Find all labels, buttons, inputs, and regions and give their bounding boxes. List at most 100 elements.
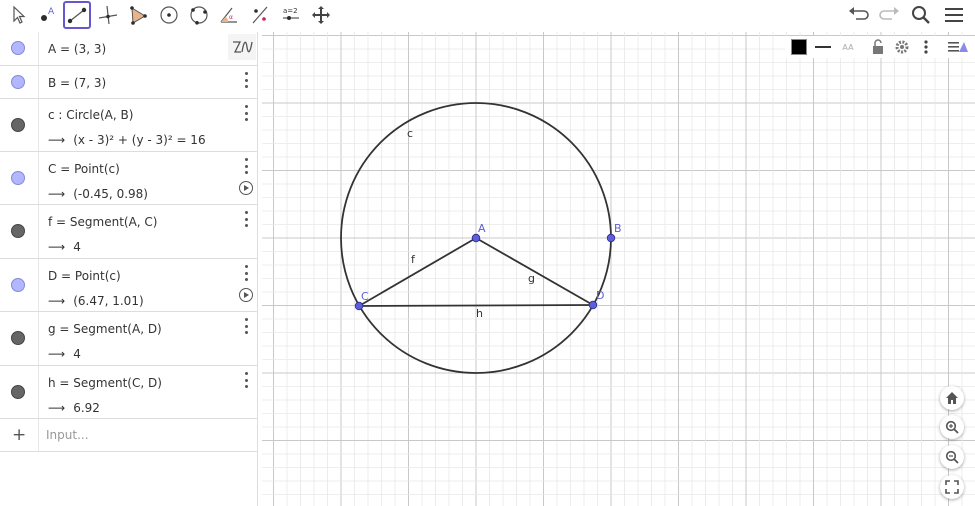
visibility-toggle-D[interactable] [11,278,25,292]
fullscreen-button[interactable] [940,475,964,499]
move-graphics-view-tool-button[interactable] [307,1,335,29]
algebra-row-c[interactable]: c : Circle(A, B) ⟶ (x - 3)² + (y - 3)² = … [0,99,257,152]
angle-tool-button[interactable]: α [215,1,243,29]
visibility-toggle-C[interactable] [11,171,25,185]
visibility-toggle-g[interactable] [11,331,25,345]
unlock-icon [873,39,883,54]
visibility-toggle-f[interactable] [11,224,25,238]
value-g: ⟶ 4 [48,347,81,361]
result-arrow: ⟶ [48,294,66,308]
style-bar: AA [785,36,975,58]
line-style-button[interactable] [812,36,834,58]
font-size-label: AA [842,42,854,52]
algebra-row-B[interactable]: B = (7, 3) [0,66,257,99]
algebra-input-row[interactable]: + Input... [0,419,257,452]
cursor-arrow-icon [13,5,26,24]
segment-f[interactable] [358,237,477,307]
definition-D[interactable]: D = Point(c) [48,269,121,283]
move-tool-button[interactable] [4,1,32,29]
animation-play-button[interactable] [239,288,253,302]
segment-tool-button[interactable] [63,1,91,29]
perpendicular-line-tool-button[interactable] [94,1,122,29]
graphics-view[interactable]: A B C D c f g h [262,32,975,506]
home-view-button[interactable] [940,386,964,410]
definition-A[interactable]: A = (3, 3) [48,42,106,56]
algebra-input-field[interactable]: Input... [46,428,89,442]
settings-button[interactable] [891,36,913,58]
visibility-toggle-h[interactable] [11,385,25,399]
move-arrows-icon [312,6,330,24]
lock-button[interactable] [867,36,889,58]
row-menu-button[interactable] [241,265,251,281]
more-options-button[interactable] [915,36,937,58]
segment-h[interactable] [358,304,594,307]
algebra-row-C[interactable]: C = Point(c) ⟶ (-0.45, 0.98) [0,152,257,205]
gear-icon [895,40,909,54]
circle-three-points-tool-button[interactable] [185,1,213,29]
label-A: A [478,222,486,235]
circle-center-point-tool-button[interactable] [155,1,183,29]
algebra-row-A[interactable]: A = (3, 3) [0,32,257,66]
value-c: ⟶ (x - 3)² + (y - 3)² = 16 [48,133,206,147]
svg-text:A: A [48,7,55,17]
algebra-row-D[interactable]: D = Point(c) ⟶ (6.47, 1.01) [0,259,257,312]
label-f: f [411,253,416,266]
point-D[interactable] [588,300,598,310]
value-C: ⟶ (-0.45, 0.98) [48,187,148,201]
row-menu-button[interactable] [241,318,251,334]
row-menu-button[interactable] [241,372,251,388]
value-f: ⟶ 4 [48,240,81,254]
graphics-canvas[interactable]: A B C D c f g h [262,32,975,506]
definition-h[interactable]: h = Segment(C, D) [48,376,162,390]
point-C[interactable] [354,301,364,311]
color-swatch [791,39,807,55]
definition-g[interactable]: g = Segment(A, D) [48,322,162,336]
algebra-view: A = (3, 3) B = (7, 3) c : Circle(A, B) ⟶… [0,32,258,506]
main-menu-button[interactable] [940,2,968,28]
algebra-row-g[interactable]: g = Segment(A, D) ⟶ 4 [0,312,257,366]
search-button[interactable] [907,2,935,28]
zoom-in-button[interactable] [940,415,964,439]
zoom-out-icon [945,450,959,464]
row-menu-button[interactable] [241,105,251,121]
definition-C[interactable]: C = Point(c) [48,162,120,176]
row-menu-button[interactable] [241,211,251,227]
value-text: 6.92 [73,401,100,415]
polygon-tool-button[interactable] [124,1,152,29]
point-tool-button[interactable]: A [33,1,61,29]
search-icon [912,6,930,24]
color-button[interactable] [788,36,810,58]
result-arrow: ⟶ [48,347,66,361]
definition-c[interactable]: c : Circle(A, B) [48,108,133,122]
visibility-toggle-c[interactable] [11,118,25,132]
row-menu-button[interactable] [241,72,251,88]
row-menu-button[interactable] [241,158,251,174]
label-h: h [476,307,483,320]
reflect-tool-button[interactable] [246,1,274,29]
visibility-toggle-B[interactable] [11,75,25,89]
zoom-out-button[interactable] [940,445,964,469]
point-A[interactable] [471,233,481,243]
fullscreen-icon [945,480,959,494]
point-B[interactable] [606,233,616,243]
toggle-style-bar-button[interactable] [947,36,969,58]
add-item-button[interactable]: + [12,425,26,445]
label-c: c [407,127,413,140]
zoom-in-icon [945,420,959,434]
label-style-button[interactable]: AA [837,36,859,58]
algebra-row-f[interactable]: f = Segment(A, C) ⟶ 4 [0,205,257,259]
value-h: ⟶ 6.92 [48,401,100,415]
undo-icon [849,7,869,20]
algebra-row-h[interactable]: h = Segment(C, D) ⟶ 6.92 [0,366,257,419]
slider-tool-button[interactable]: a=2 [277,1,305,29]
animation-play-button[interactable] [239,181,253,195]
redo-button[interactable] [876,2,904,28]
visibility-toggle-A[interactable] [11,41,25,55]
slider-icon: a=2 [283,7,299,20]
definition-B[interactable]: B = (7, 3) [48,76,106,90]
definition-f[interactable]: f = Segment(A, C) [48,215,158,229]
circle-center-icon [160,6,178,24]
undo-button[interactable] [844,2,872,28]
label-C: C [361,290,369,303]
value-text: (6.47, 1.01) [73,294,144,308]
